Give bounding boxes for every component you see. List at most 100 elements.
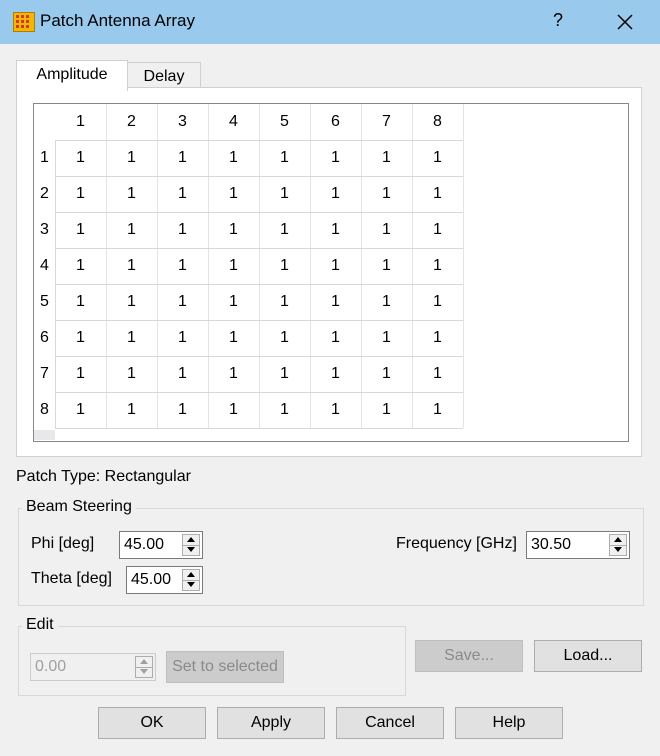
column-header[interactable]: 3 — [157, 104, 208, 140]
grid-cell[interactable]: 1 — [106, 248, 157, 284]
grid-cell[interactable]: 1 — [106, 212, 157, 248]
grid-cell[interactable]: 1 — [310, 248, 361, 284]
grid-cell[interactable]: 1 — [208, 212, 259, 248]
grid-cell[interactable]: 1 — [412, 356, 463, 392]
phi-spinbox[interactable]: 45.00 — [119, 531, 203, 559]
grid-cell[interactable]: 1 — [259, 212, 310, 248]
grid-cell[interactable]: 1 — [157, 320, 208, 356]
save-button[interactable]: Save... — [415, 640, 523, 672]
frequency-down-button[interactable] — [610, 545, 626, 555]
grid-cell[interactable]: 1 — [55, 320, 106, 356]
grid-cell[interactable]: 1 — [412, 392, 463, 428]
grid-cell[interactable]: 1 — [55, 284, 106, 320]
column-header[interactable]: 5 — [259, 104, 310, 140]
column-header[interactable]: 6 — [310, 104, 361, 140]
help-button[interactable]: Help — [455, 707, 563, 739]
grid-cell[interactable]: 1 — [157, 284, 208, 320]
edit-value: 0.00 — [35, 658, 67, 675]
grid-cell[interactable]: 1 — [412, 248, 463, 284]
grid-cell[interactable]: 1 — [361, 176, 412, 212]
row-header[interactable]: 6 — [34, 320, 55, 356]
row-header[interactable]: 3 — [34, 212, 55, 248]
grid-cell[interactable]: 1 — [157, 356, 208, 392]
grid-cell[interactable]: 1 — [412, 140, 463, 176]
column-header[interactable]: 4 — [208, 104, 259, 140]
grid-cell[interactable]: 1 — [106, 392, 157, 428]
grid-cell[interactable]: 1 — [259, 248, 310, 284]
phi-down-button[interactable] — [183, 545, 199, 555]
grid-cell[interactable]: 1 — [259, 320, 310, 356]
help-icon[interactable]: ? — [548, 10, 568, 31]
tab-amplitude[interactable]: Amplitude — [16, 60, 128, 91]
close-icon[interactable] — [609, 6, 641, 38]
grid-cell[interactable]: 1 — [412, 284, 463, 320]
grid-cell[interactable]: 1 — [361, 248, 412, 284]
grid-cell[interactable]: 1 — [412, 176, 463, 212]
grid-cell[interactable]: 1 — [310, 320, 361, 356]
grid-cell[interactable]: 1 — [310, 356, 361, 392]
amplitude-grid[interactable]: 1234567812345678111111111111111111111111… — [33, 103, 629, 442]
grid-cell[interactable]: 1 — [106, 140, 157, 176]
grid-cell[interactable]: 1 — [310, 212, 361, 248]
row-header[interactable]: 5 — [34, 284, 55, 320]
grid-cell[interactable]: 1 — [259, 356, 310, 392]
grid-cell[interactable]: 1 — [208, 356, 259, 392]
grid-cell[interactable]: 1 — [157, 392, 208, 428]
set-to-selected-button[interactable]: Set to selected — [166, 651, 284, 683]
row-header[interactable]: 7 — [34, 356, 55, 392]
grid-cell[interactable]: 1 — [259, 176, 310, 212]
grid-cell[interactable]: 1 — [55, 176, 106, 212]
grid-cell[interactable]: 1 — [157, 212, 208, 248]
grid-cell[interactable]: 1 — [208, 284, 259, 320]
row-header[interactable]: 2 — [34, 176, 55, 212]
grid-cell[interactable]: 1 — [208, 140, 259, 176]
grid-cell[interactable]: 1 — [106, 284, 157, 320]
grid-cell[interactable]: 1 — [55, 212, 106, 248]
column-header[interactable]: 1 — [55, 104, 106, 140]
theta-down-button[interactable] — [183, 580, 199, 590]
grid-cell[interactable]: 1 — [259, 284, 310, 320]
edit-down-button[interactable] — [136, 667, 152, 677]
grid-cell[interactable]: 1 — [259, 140, 310, 176]
grid-cell[interactable]: 1 — [310, 140, 361, 176]
grid-cell[interactable]: 1 — [55, 392, 106, 428]
grid-cell[interactable]: 1 — [361, 356, 412, 392]
grid-cell[interactable]: 1 — [106, 320, 157, 356]
grid-cell[interactable]: 1 — [208, 320, 259, 356]
apply-button[interactable]: Apply — [217, 707, 325, 739]
column-header[interactable]: 7 — [361, 104, 412, 140]
grid-cell[interactable]: 1 — [157, 176, 208, 212]
grid-cell[interactable]: 1 — [412, 320, 463, 356]
ok-button[interactable]: OK — [98, 707, 206, 739]
grid-cell[interactable]: 1 — [259, 392, 310, 428]
frequency-spinbox[interactable]: 30.50 — [526, 531, 630, 559]
row-header[interactable]: 4 — [34, 248, 55, 284]
grid-cell[interactable]: 1 — [208, 176, 259, 212]
grid-cell[interactable]: 1 — [208, 248, 259, 284]
load-button[interactable]: Load... — [534, 640, 642, 672]
grid-cell[interactable]: 1 — [310, 284, 361, 320]
grid-cell[interactable]: 1 — [361, 392, 412, 428]
grid-cell[interactable]: 1 — [412, 212, 463, 248]
grid-cell[interactable]: 1 — [361, 284, 412, 320]
column-header[interactable]: 8 — [412, 104, 463, 140]
cancel-button[interactable]: Cancel — [336, 707, 444, 739]
grid-cell[interactable]: 1 — [208, 392, 259, 428]
grid-cell[interactable]: 1 — [361, 212, 412, 248]
grid-cell[interactable]: 1 — [55, 248, 106, 284]
row-header[interactable]: 8 — [34, 392, 55, 428]
grid-cell[interactable]: 1 — [310, 176, 361, 212]
grid-cell[interactable]: 1 — [55, 356, 106, 392]
grid-cell[interactable]: 1 — [310, 392, 361, 428]
grid-cell[interactable]: 1 — [157, 248, 208, 284]
grid-cell[interactable]: 1 — [106, 356, 157, 392]
grid-cell[interactable]: 1 — [55, 140, 106, 176]
grid-cell[interactable]: 1 — [106, 176, 157, 212]
edit-value-spinbox[interactable]: 0.00 — [30, 653, 156, 681]
grid-cell[interactable]: 1 — [361, 320, 412, 356]
row-header[interactable]: 1 — [34, 140, 55, 176]
grid-cell[interactable]: 1 — [157, 140, 208, 176]
theta-spinbox[interactable]: 45.00 — [126, 566, 203, 594]
grid-cell[interactable]: 1 — [361, 140, 412, 176]
column-header[interactable]: 2 — [106, 104, 157, 140]
